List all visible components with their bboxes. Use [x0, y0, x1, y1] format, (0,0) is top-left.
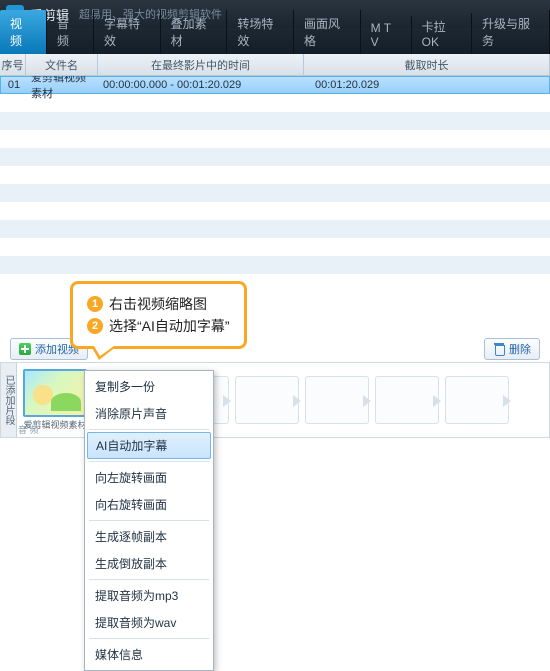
list-row[interactable]	[0, 148, 550, 166]
tab-audio[interactable]: 音 频	[47, 10, 94, 54]
empty-clip-slot[interactable]	[375, 376, 439, 424]
tab-overlay[interactable]: 叠加素材	[161, 10, 228, 54]
list-row[interactable]	[0, 238, 550, 256]
menu-rotate-left[interactable]: 向左旋转画面	[85, 464, 213, 491]
tab-subtitle-fx[interactable]: 字幕特效	[94, 10, 161, 54]
menu-copy[interactable]: 复制多一份	[85, 373, 213, 400]
col-filename: 文件名	[26, 54, 98, 75]
col-duration: 截取时长	[304, 54, 550, 75]
cell-range: 00:00:00.000 - 00:01:20.029	[99, 79, 305, 91]
col-timerange: 在最终影片中的时间	[98, 54, 304, 75]
tab-video[interactable]: 视 频	[0, 10, 47, 54]
col-index: 序号	[0, 54, 26, 75]
list-header: 序号 文件名 在最终影片中的时间 截取时长	[0, 54, 550, 76]
tab-upgrade[interactable]: 升级与服务	[472, 10, 550, 54]
clip-item[interactable]: 爱剪辑视频素材	[21, 369, 89, 431]
context-menu: 复制多一份 消除原片声音 AI自动加字幕 向左旋转画面 向右旋转画面 生成逐帧副…	[84, 370, 214, 671]
list-row[interactable]	[0, 112, 550, 130]
cell-index: 01	[1, 79, 27, 91]
menu-ai-subtitle[interactable]: AI自动加字幕	[87, 432, 211, 459]
menu-extract-wav[interactable]: 提取音频为wav	[85, 609, 213, 636]
list-row[interactable]	[0, 130, 550, 148]
clip-thumbnail[interactable]	[23, 369, 87, 417]
menu-separator	[89, 638, 209, 639]
step-badge-2: 2	[87, 318, 103, 334]
callout-tail-icon	[91, 346, 117, 360]
trash-icon	[493, 343, 505, 355]
plus-icon	[19, 343, 31, 355]
menu-media-info[interactable]: 媒体信息	[85, 641, 213, 668]
list-row[interactable]	[0, 220, 550, 238]
empty-clip-slot[interactable]	[305, 376, 369, 424]
cell-duration: 00:01:20.029	[305, 79, 549, 91]
tab-style[interactable]: 画面风格	[294, 10, 361, 54]
list-row[interactable]	[0, 184, 550, 202]
clips-strip: 已添加片段 爱剪辑视频素材 音 频	[0, 362, 550, 438]
menu-rotate-right[interactable]: 向右旋转画面	[85, 491, 213, 518]
menu-mute[interactable]: 消除原片声音	[85, 400, 213, 427]
step-text-1: 右击视频缩略图	[109, 294, 207, 314]
tab-mtv[interactable]: M T V	[361, 16, 412, 54]
clip-list: 01 爱剪辑视频素材 00:00:00.000 - 00:01:20.029 0…	[0, 76, 550, 274]
menu-frame-copy[interactable]: 生成逐帧副本	[85, 523, 213, 550]
menu-separator	[89, 461, 209, 462]
delete-label: 删除	[509, 341, 531, 357]
list-row[interactable]	[0, 256, 550, 274]
menu-reverse-copy[interactable]: 生成倒放副本	[85, 550, 213, 577]
main-tabs: 视 频 音 频 字幕特效 叠加素材 转场特效 画面风格 M T V 卡拉OK 升…	[0, 28, 550, 54]
cell-filename: 爱剪辑视频素材	[27, 76, 99, 101]
strip-label: 已添加片段	[1, 363, 17, 437]
delete-button[interactable]: 删除	[484, 338, 540, 360]
tab-transition[interactable]: 转场特效	[227, 10, 294, 54]
menu-separator	[89, 429, 209, 430]
strip-footer: 音 频	[18, 423, 39, 436]
step-badge-1: 1	[87, 296, 103, 312]
menu-extract-mp3[interactable]: 提取音频为mp3	[85, 582, 213, 609]
list-row[interactable]	[0, 166, 550, 184]
empty-clip-slot[interactable]	[445, 376, 509, 424]
empty-clip-slot[interactable]	[235, 376, 299, 424]
list-row[interactable]	[0, 202, 550, 220]
step-text-2: 选择“AI自动加字幕”	[109, 316, 230, 336]
tab-karaoke[interactable]: 卡拉OK	[412, 13, 472, 54]
help-callout: 1 右击视频缩略图 2 选择“AI自动加字幕”	[70, 281, 247, 349]
list-row[interactable]: 01 爱剪辑视频素材 00:00:00.000 - 00:01:20.029 0…	[0, 76, 550, 94]
menu-separator	[89, 579, 209, 580]
menu-separator	[89, 520, 209, 521]
